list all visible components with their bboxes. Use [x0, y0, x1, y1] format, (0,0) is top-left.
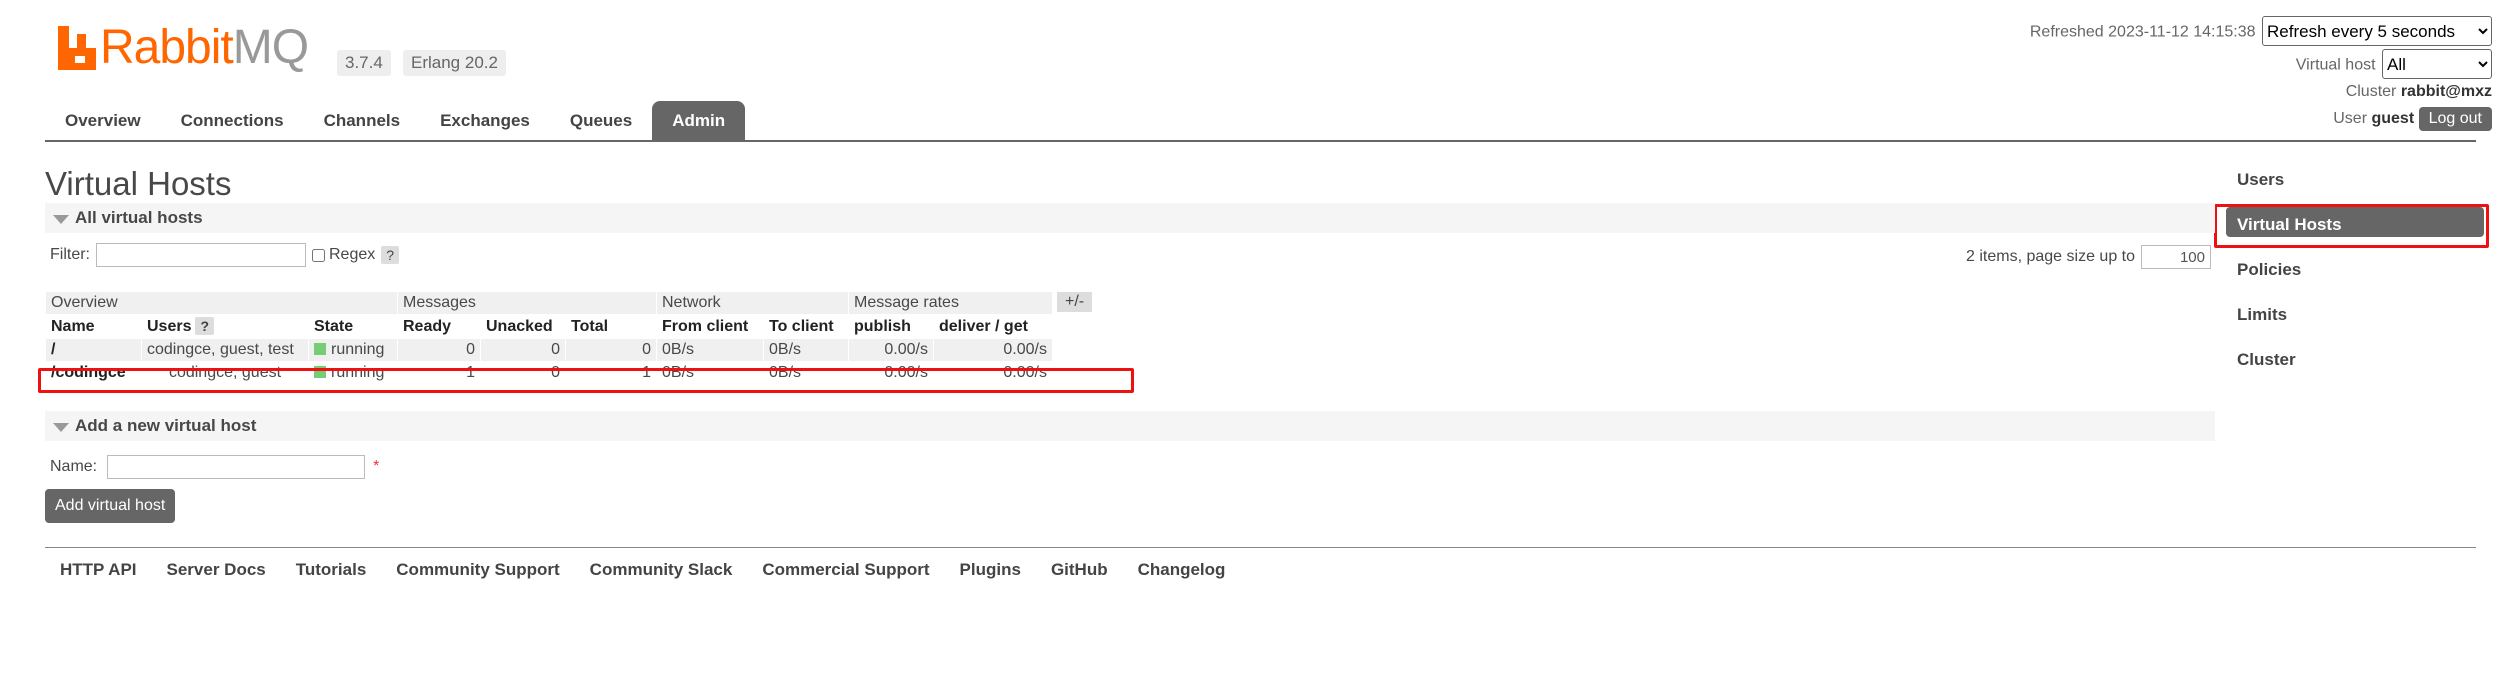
tab-queues[interactable]: Queues: [550, 101, 652, 141]
tab-exchanges[interactable]: Exchanges: [420, 101, 550, 141]
group-message-rates: Message rates: [848, 291, 1053, 315]
table-row[interactable]: / codingce, guest, test running 0 0 0 0B…: [45, 338, 1053, 362]
footer-link-community-support[interactable]: Community Support: [396, 560, 559, 580]
cluster-row: Cluster rabbit@mxz: [2346, 83, 2492, 101]
sidebar-item-users[interactable]: Users: [2226, 162, 2484, 192]
vhost-to-client: 0B/s: [763, 338, 849, 362]
rabbitmq-logo: RabbitMQ: [58, 21, 309, 74]
page-size-input[interactable]: 100: [2141, 245, 2211, 269]
refresh-row: Refreshed 2023-11-12 14:15:38 Refresh ev…: [2030, 16, 2492, 46]
table-column-header: Name Users? State Ready Unacked Total Fr…: [45, 314, 1053, 339]
footer-link-github[interactable]: GitHub: [1051, 560, 1108, 580]
row-highlight-box: [38, 368, 1134, 393]
page-title: Virtual Hosts: [45, 165, 232, 202]
vhost-publish: 0.00/s: [848, 338, 934, 362]
col-deliver-get[interactable]: deliver / get: [933, 314, 1053, 339]
version-badge: 3.7.4: [337, 50, 391, 76]
running-status-icon: [314, 343, 326, 355]
cluster-label: Cluster: [2345, 83, 2397, 100]
add-vhost-section-toggle[interactable]: Add a new virtual host: [45, 411, 2215, 441]
footer-divider: [45, 547, 2476, 548]
main-nav: Overview Connections Channels Exchanges …: [45, 101, 746, 141]
add-vhost-heading: Add a new virtual host: [75, 416, 257, 435]
col-total[interactable]: Total: [565, 314, 657, 339]
vhost-state: running: [308, 338, 398, 362]
tab-channels[interactable]: Channels: [304, 101, 421, 141]
rabbitmq-logo-icon: [58, 26, 96, 70]
footer-link-plugins[interactable]: Plugins: [960, 560, 1021, 580]
vhost-row: Virtual host All: [2296, 49, 2492, 79]
add-virtual-host-button[interactable]: Add virtual host: [45, 489, 176, 523]
group-network: Network: [656, 291, 849, 315]
refreshed-label: Refreshed: [2029, 23, 2104, 41]
vhost-label: Virtual host: [2295, 56, 2376, 74]
cluster-value: rabbit@mxz: [2400, 83, 2492, 100]
col-to-client[interactable]: To client: [763, 314, 849, 339]
vhost-name-input[interactable]: [107, 455, 366, 479]
refreshed-time: 2023-11-12 14:15:38: [2108, 23, 2256, 41]
footer-link-community-slack[interactable]: Community Slack: [590, 560, 733, 580]
nav-divider: [45, 140, 2476, 142]
tab-connections[interactable]: Connections: [161, 101, 304, 141]
all-vhosts-heading: All virtual hosts: [75, 208, 203, 227]
page-size-label: 2 items, page size up to: [1966, 248, 2135, 265]
filter-row: Filter: Regex ?: [50, 243, 400, 267]
table-group-header: Overview Messages Network Message rates: [45, 291, 1053, 315]
footer-links: HTTP API Server Docs Tutorials Community…: [45, 560, 1240, 580]
col-from-client[interactable]: From client: [656, 314, 764, 339]
vhost-name-link[interactable]: /: [45, 338, 142, 362]
collapse-triangle-icon: [53, 215, 69, 224]
sidebar-item-limits[interactable]: Limits: [2226, 297, 2484, 327]
vhost-ready: 0: [397, 338, 481, 362]
all-vhosts-section-toggle[interactable]: All virtual hosts: [45, 203, 2215, 233]
footer-link-tutorials[interactable]: Tutorials: [296, 560, 367, 580]
vhost-unacked: 0: [480, 338, 566, 362]
group-messages: Messages: [397, 291, 657, 315]
filter-label: Filter:: [50, 246, 90, 263]
col-users[interactable]: Users?: [141, 314, 309, 339]
logo-text: RabbitMQ: [100, 21, 309, 74]
group-overview: Overview: [45, 291, 398, 315]
vhost-users: codingce, guest, test: [141, 338, 309, 362]
footer-link-server-docs[interactable]: Server Docs: [167, 560, 266, 580]
vhost-deliver-get: 0.00/s: [933, 338, 1053, 362]
logout-button[interactable]: Log out: [2418, 107, 2492, 131]
column-toggle-button[interactable]: +/-: [1057, 292, 1093, 312]
regex-help-button[interactable]: ?: [381, 246, 400, 264]
vhost-from-client: 0B/s: [656, 338, 764, 362]
admin-sidebar: Users Virtual Hosts Policies Limits Clus…: [2226, 162, 2484, 387]
refresh-interval-select[interactable]: Refresh every 5 seconds: [2262, 16, 2492, 46]
sidebar-item-policies[interactable]: Policies: [2226, 252, 2484, 282]
user-row: User guest Log out: [2333, 107, 2492, 131]
filter-input[interactable]: [96, 243, 306, 267]
footer-link-commercial-support[interactable]: Commercial Support: [762, 560, 929, 580]
user-value: guest: [2371, 110, 2415, 127]
regex-label: Regex: [329, 246, 376, 263]
col-name[interactable]: Name: [45, 314, 142, 339]
vhost-total: 0: [565, 338, 657, 362]
col-ready[interactable]: Ready: [397, 314, 481, 339]
name-row: Name: *: [50, 455, 379, 479]
sidebar-item-cluster[interactable]: Cluster: [2226, 342, 2484, 372]
collapse-triangle-icon: [53, 423, 69, 432]
regex-checkbox[interactable]: [312, 248, 325, 262]
required-marker: *: [373, 458, 380, 475]
user-label: User: [2333, 110, 2368, 127]
footer-link-http-api[interactable]: HTTP API: [60, 560, 137, 580]
tab-overview[interactable]: Overview: [45, 101, 161, 141]
footer-link-changelog[interactable]: Changelog: [1138, 560, 1226, 580]
col-publish[interactable]: publish: [848, 314, 934, 339]
erlang-badge: Erlang 20.2: [403, 50, 506, 76]
tab-admin[interactable]: Admin: [652, 101, 746, 141]
name-label: Name:: [50, 458, 98, 475]
sidebar-highlight-box: [2214, 204, 2489, 248]
users-help-button[interactable]: ?: [195, 317, 215, 335]
vhost-select[interactable]: All: [2382, 49, 2492, 79]
col-unacked[interactable]: Unacked: [480, 314, 566, 339]
page-size-row: 2 items, page size up to 100: [1966, 245, 2211, 269]
col-state[interactable]: State: [308, 314, 398, 339]
